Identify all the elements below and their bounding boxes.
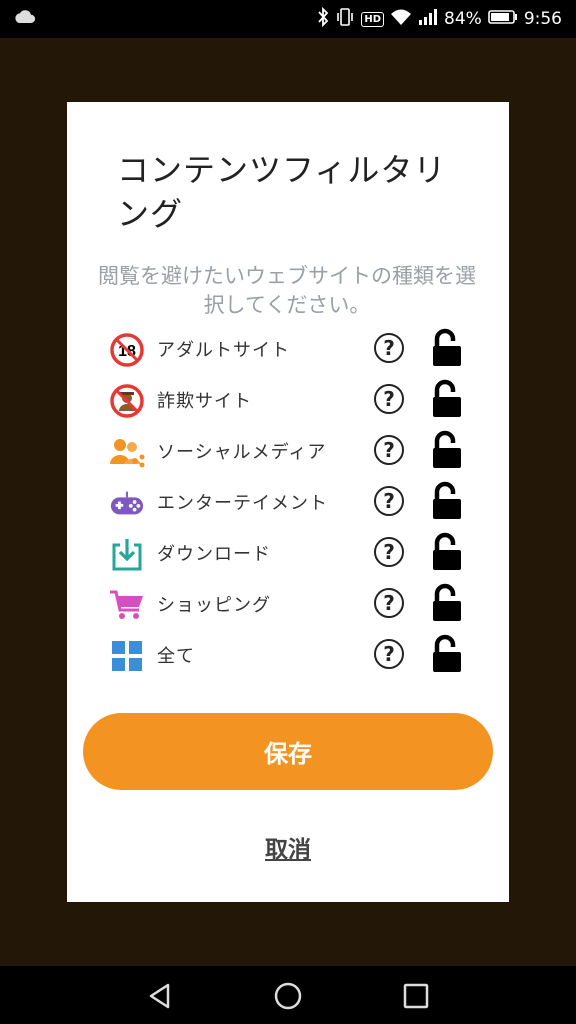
category-label: ショッピング	[157, 595, 271, 616]
help-button[interactable]: ?	[374, 537, 404, 567]
battery-percent: 84%	[444, 9, 482, 29]
category-row-adult: 18 アダルトサイト ?	[67, 326, 509, 372]
category-label: 詐欺サイト	[157, 391, 252, 412]
unlock-toggle[interactable]	[429, 532, 465, 572]
grid-icon	[109, 638, 145, 674]
category-row-entertainment: エンターテイメント ?	[67, 479, 509, 525]
clock: 9:56	[523, 9, 562, 29]
fraud-icon	[109, 383, 145, 419]
hd-icon: HD	[361, 11, 385, 27]
unlock-toggle[interactable]	[429, 583, 465, 623]
category-label: 全て	[157, 646, 195, 667]
help-button[interactable]: ?	[374, 384, 404, 414]
back-icon[interactable]	[144, 980, 176, 1012]
recents-icon[interactable]	[400, 980, 432, 1012]
shopping-cart-icon	[109, 587, 145, 623]
unlock-toggle[interactable]	[429, 328, 465, 368]
adult-18-icon: 18	[109, 332, 145, 368]
dialog-subtitle: 閲覧を避けたいウェブサイトの種類を選択してください。	[98, 264, 476, 317]
help-button[interactable]: ?	[374, 639, 404, 669]
unlock-toggle[interactable]	[429, 379, 465, 419]
content-filter-dialog: コンテンツフィルタリング 閲覧を避けたいウェブサイトの種類を選択してください。 …	[67, 102, 509, 902]
save-button[interactable]: 保存	[83, 713, 493, 790]
category-row-fraud: 詐欺サイト ?	[67, 377, 509, 423]
dialog-title: コンテンツフィルタリング	[117, 151, 447, 233]
category-label: ソーシャルメディア	[157, 442, 327, 463]
unlock-toggle[interactable]	[429, 634, 465, 674]
cancel-link[interactable]: 取消	[67, 830, 509, 864]
category-row-shopping: ショッピング ?	[67, 581, 509, 627]
social-media-icon	[109, 434, 145, 470]
category-label: エンターテイメント	[157, 493, 328, 514]
wifi-icon	[390, 8, 412, 31]
signal-icon	[418, 8, 438, 31]
download-icon	[109, 536, 145, 572]
unlock-toggle[interactable]	[429, 481, 465, 521]
bluetooth-icon	[317, 6, 329, 32]
status-bar: HD 84% 9:56	[0, 0, 576, 38]
vibrate-icon	[335, 7, 355, 32]
help-button[interactable]: ?	[374, 486, 404, 516]
cloud-icon	[14, 9, 36, 30]
category-row-download: ダウンロード ?	[67, 530, 509, 576]
category-label: ダウンロード	[157, 544, 271, 565]
category-row-all: 全て ?	[67, 632, 509, 678]
unlock-toggle[interactable]	[429, 430, 465, 470]
category-row-social-media: ソーシャルメディア ?	[67, 428, 509, 474]
help-button[interactable]: ?	[374, 435, 404, 465]
home-icon[interactable]	[272, 980, 304, 1012]
help-button[interactable]: ?	[374, 588, 404, 618]
help-button[interactable]: ?	[374, 333, 404, 363]
navigation-bar	[0, 966, 576, 1024]
gamepad-icon	[109, 485, 145, 521]
battery-icon	[488, 9, 518, 30]
category-label: アダルトサイト	[157, 340, 290, 361]
